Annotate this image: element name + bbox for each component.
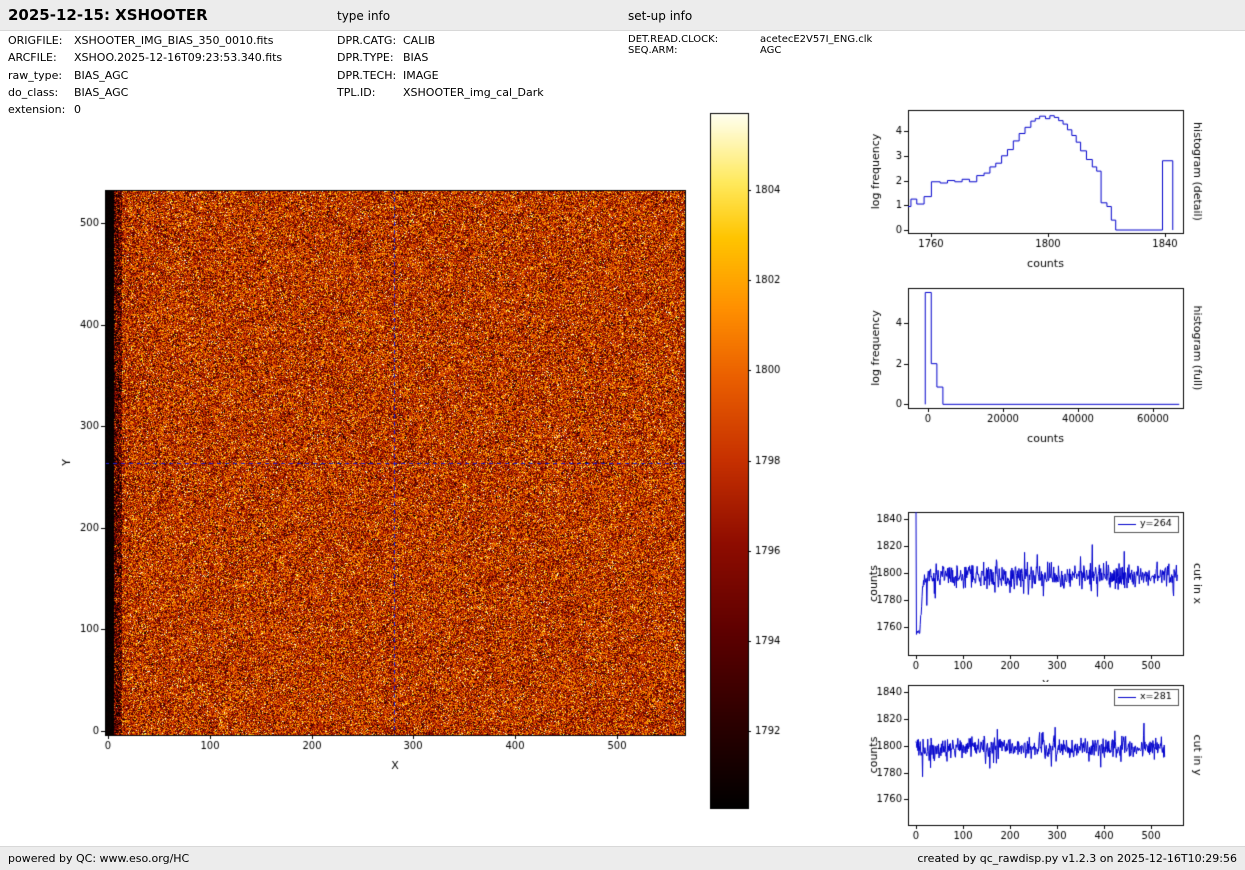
seq-arm-value: AGC <box>760 45 782 56</box>
bias-image-plot <box>55 180 700 780</box>
header-bar: 2025-12-15: XSHOOTER type info set-up in… <box>0 0 1245 31</box>
dpr-tech-label: DPR.TECH: <box>337 69 397 82</box>
colorbar <box>705 108 800 818</box>
origfile-value: XSHOOTER_IMG_BIAS_350_0010.fits <box>74 34 274 47</box>
rawtype-label: raw_type: <box>8 69 63 82</box>
extension-label: extension: <box>8 103 66 116</box>
tpl-id-value: XSHOOTER_img_cal_Dark <box>403 86 544 99</box>
doclass-value: BIAS_AGC <box>74 86 129 99</box>
arcfile-label: ARCFILE: <box>8 51 57 64</box>
dpr-type-value: BIAS <box>403 51 429 64</box>
arcfile-value: XSHOO.2025-12-16T09:23:53.340.fits <box>74 51 283 64</box>
dpr-catg-row: DPR.CATG: CALIB <box>337 34 435 47</box>
cut-in-x-plot <box>860 502 1205 682</box>
histogram-detail-plot <box>860 100 1205 280</box>
qc-report-page: 2025-12-15: XSHOOTER type info set-up in… <box>0 0 1245 870</box>
origfile-label: ORIGFILE: <box>8 34 63 47</box>
tpl-id-label: TPL.ID: <box>337 86 376 99</box>
footer-right-text: created by qc_rawdisp.py v1.2.3 on 2025-… <box>917 852 1237 865</box>
seq-arm-label: SEQ.ARM: <box>628 45 678 56</box>
dpr-type-label: DPR.TYPE: <box>337 51 394 64</box>
extension-value: 0 <box>74 103 81 116</box>
footer-bar: powered by QC: www.eso.org/HC created by… <box>0 846 1245 870</box>
footer-left-text: powered by QC: www.eso.org/HC <box>8 852 190 865</box>
dpr-type-row: DPR.TYPE: BIAS <box>337 51 428 64</box>
setup-info-heading: set-up info <box>628 9 693 23</box>
extension-row: extension: 0 <box>8 103 81 116</box>
rawtype-row: raw_type: BIAS_AGC <box>8 69 128 82</box>
dpr-tech-row: DPR.TECH: IMAGE <box>337 69 439 82</box>
rawtype-value: BIAS_AGC <box>74 69 129 82</box>
dpr-catg-value: CALIB <box>403 34 436 47</box>
dpr-catg-label: DPR.CATG: <box>337 34 397 47</box>
origfile-row: ORIGFILE: XSHOOTER_IMG_BIAS_350_0010.fits <box>8 34 273 47</box>
tpl-id-row: TPL.ID: XSHOOTER_img_cal_Dark <box>337 86 544 99</box>
histogram-full-plot <box>860 278 1205 453</box>
page-title: 2025-12-15: XSHOOTER <box>8 6 208 24</box>
dpr-tech-value: IMAGE <box>403 69 439 82</box>
read-clock-value: acetecE2V57I_ENG.clk <box>760 34 873 45</box>
seq-arm-row: SEQ.ARM: AGC <box>628 45 781 56</box>
read-clock-row: DET.READ.CLOCK: acetecE2V57I_ENG.clk <box>628 34 872 45</box>
doclass-row: do_class: BIAS_AGC <box>8 86 128 99</box>
type-info-heading: type info <box>337 9 391 23</box>
read-clock-label: DET.READ.CLOCK: <box>628 34 719 45</box>
cut-in-y-plot <box>860 675 1205 850</box>
arcfile-row: ARCFILE: XSHOO.2025-12-16T09:23:53.340.fi… <box>8 51 282 64</box>
doclass-label: do_class: <box>8 86 59 99</box>
